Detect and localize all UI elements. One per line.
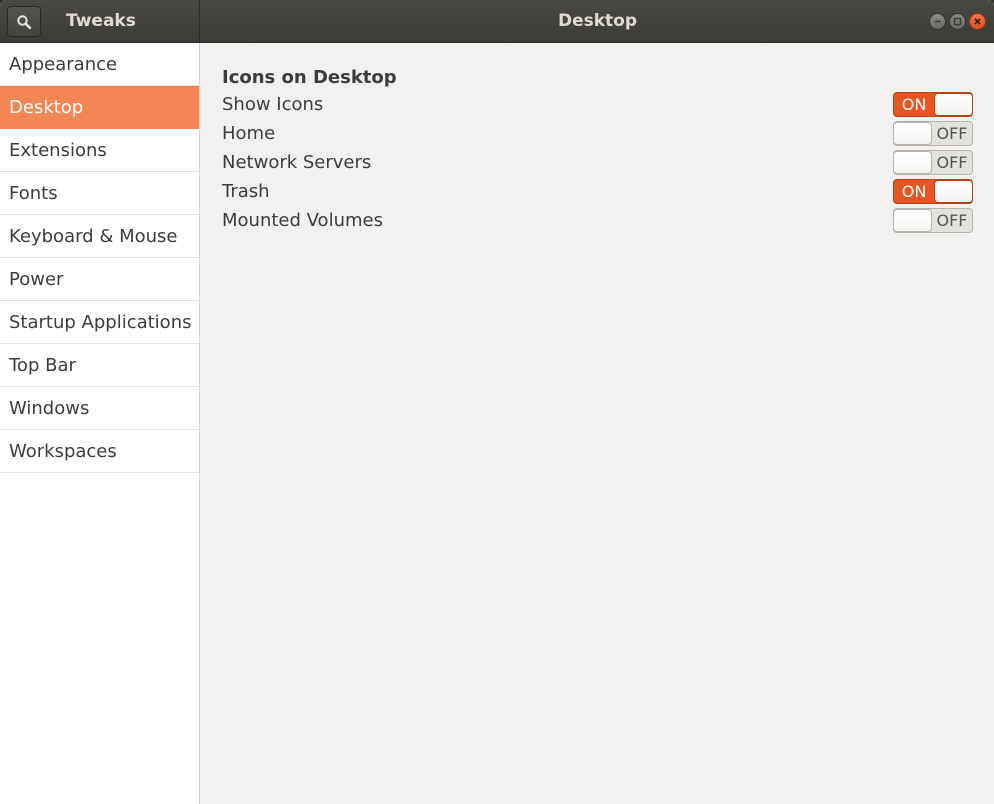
- sidebar-item-label: Workspaces: [9, 440, 117, 462]
- switch-knob: [894, 122, 932, 145]
- tweaks-window: Tweaks Desktop Appearance Desktop Extens…: [0, 0, 994, 804]
- sidebar-item-label: Windows: [9, 397, 90, 419]
- switch-knob: [894, 151, 932, 174]
- app-title: Tweaks: [66, 11, 136, 31]
- mounted-volumes-switch[interactable]: OFF: [893, 208, 973, 233]
- switch-knob: [934, 180, 972, 203]
- switch-state-label: OFF: [936, 211, 968, 230]
- trash-switch[interactable]: ON: [893, 179, 973, 204]
- sidebar-item-workspaces[interactable]: Workspaces: [0, 430, 199, 473]
- section-title: Icons on Desktop: [222, 67, 397, 88]
- setting-row-home: Home OFF: [222, 119, 973, 148]
- setting-row-network-servers: Network Servers OFF: [222, 148, 973, 177]
- sidebar-item-label: Appearance: [9, 53, 118, 75]
- minimize-icon: [934, 20, 941, 23]
- sidebar-item-top-bar[interactable]: Top Bar: [0, 344, 199, 387]
- sidebar-item-appearance[interactable]: Appearance: [0, 43, 199, 86]
- minimize-button[interactable]: [929, 13, 946, 30]
- setting-row-show-icons: Show Icons ON: [222, 90, 973, 119]
- switch-state-label: OFF: [936, 124, 968, 143]
- home-switch[interactable]: OFF: [893, 121, 973, 146]
- sidebar-item-desktop[interactable]: Desktop: [0, 86, 199, 129]
- sidebar-item-label: Keyboard & Mouse: [9, 225, 178, 247]
- sidebar-item-power[interactable]: Power: [0, 258, 199, 301]
- sidebar-item-windows[interactable]: Windows: [0, 387, 199, 430]
- switch-knob: [894, 209, 932, 232]
- setting-label: Show Icons: [222, 94, 324, 115]
- setting-label: Trash: [222, 181, 270, 202]
- setting-row-trash: Trash ON: [222, 177, 973, 206]
- maximize-button[interactable]: [949, 13, 966, 30]
- show-icons-switch[interactable]: ON: [893, 92, 973, 117]
- switch-state-label: OFF: [936, 153, 968, 172]
- network-servers-switch[interactable]: OFF: [893, 150, 973, 175]
- header-bar: Tweaks Desktop: [0, 0, 994, 43]
- sidebar-item-label: Extensions: [9, 139, 107, 161]
- switch-state-label: ON: [901, 95, 927, 114]
- sidebar-item-label: Top Bar: [9, 354, 76, 376]
- sidebar: Appearance Desktop Extensions Fonts Keyb…: [0, 43, 200, 804]
- switch-knob: [934, 93, 972, 116]
- sidebar-item-label: Desktop: [9, 96, 84, 118]
- sidebar-item-fonts[interactable]: Fonts: [0, 172, 199, 215]
- header-left-pane: Tweaks: [0, 0, 200, 43]
- sidebar-item-extensions[interactable]: Extensions: [0, 129, 199, 172]
- switch-state-label: ON: [901, 182, 927, 201]
- search-icon: [17, 14, 32, 29]
- setting-label: Home: [222, 123, 276, 144]
- sidebar-item-keyboard-mouse[interactable]: Keyboard & Mouse: [0, 215, 199, 258]
- sidebar-item-label: Startup Applications: [9, 311, 192, 333]
- setting-label: Mounted Volumes: [222, 210, 383, 231]
- close-icon: [974, 18, 981, 25]
- window-controls: [929, 13, 986, 30]
- content-pane: Icons on Desktop Show Icons ON Home OFF …: [201, 43, 994, 804]
- sidebar-item-label: Fonts: [9, 182, 58, 204]
- sidebar-item-startup-applications[interactable]: Startup Applications: [0, 301, 199, 344]
- page-title: Desktop: [557, 11, 638, 31]
- setting-row-mounted-volumes: Mounted Volumes OFF: [222, 206, 973, 235]
- close-button[interactable]: [969, 13, 986, 30]
- sidebar-item-label: Power: [9, 268, 64, 290]
- setting-label: Network Servers: [222, 152, 372, 173]
- maximize-icon: [953, 17, 962, 26]
- search-button[interactable]: [7, 6, 41, 37]
